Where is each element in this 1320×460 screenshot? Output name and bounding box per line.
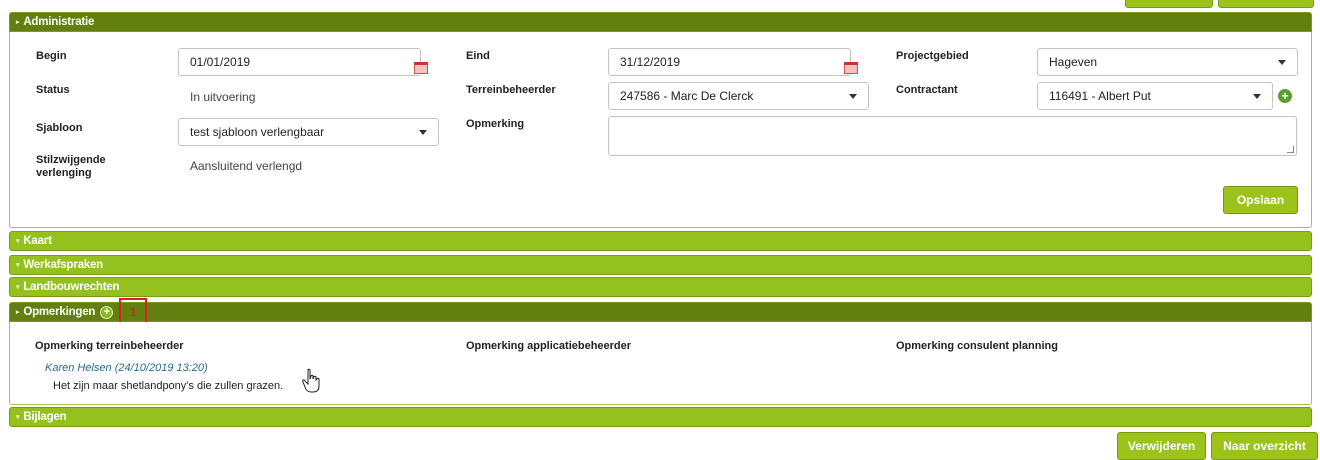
contractant-label: Contractant — [896, 84, 958, 96]
werkafspraken-title: Werkafspraken — [23, 259, 103, 271]
stilzwijgende-label-line1: Stilzwijgende — [36, 154, 106, 166]
terreinbeheerder-label: Terreinbeheerder — [466, 84, 556, 96]
projectgebied-selected: Hageven — [1049, 55, 1098, 69]
administratie-body: Begin 01/01/2019 Status In uitvoering Sj… — [9, 32, 1312, 228]
col-title-consulent: Opmerking consulent planning — [896, 340, 1058, 352]
landbouwrechten-header[interactable]: ▾ Landbouwrechten — [9, 277, 1312, 297]
opmerkingen-title: Opmerkingen — [23, 306, 96, 318]
stilzwijgende-label: Stilzwijgende verlenging — [36, 154, 106, 180]
resize-handle-icon[interactable] — [1287, 146, 1294, 153]
calendar-icon[interactable] — [844, 62, 858, 74]
chevron-down-icon — [849, 93, 857, 99]
projectgebied-select[interactable]: Hageven — [1037, 48, 1298, 76]
chevron-down-icon — [419, 129, 427, 135]
add-contractant-icon[interactable]: + — [1278, 89, 1292, 103]
add-opmerking-icon[interactable]: + — [100, 305, 114, 319]
status-label: Status — [36, 84, 70, 96]
opmerkingen-panel: ▸ Opmerkingen + 1 Opmerking terreinbehee… — [9, 298, 1312, 405]
landbouwrechten-panel: ▾ Landbouwrechten — [9, 277, 1312, 297]
status-value: In uitvoering — [190, 90, 256, 104]
contractant-selected: 116491 - Albert Put — [1049, 89, 1151, 103]
opmerking-label: Opmerking — [466, 118, 525, 130]
expand-arrow-icon: ▾ — [16, 284, 20, 291]
werkafspraken-header[interactable]: ▾ Werkafspraken — [9, 255, 1312, 275]
kaart-panel: ▾ Kaart — [9, 231, 1312, 251]
opmerkingen-header[interactable]: ▸ Opmerkingen + 1 — [9, 298, 1312, 326]
stilzwijgende-value: Aansluitend verlengd — [190, 159, 303, 173]
overview-button[interactable]: Naar overzicht — [1211, 432, 1318, 460]
opmerkingen-body: Opmerking terreinbeheerder Opmerking app… — [9, 322, 1312, 405]
top-button-left[interactable] — [1125, 0, 1213, 8]
expand-arrow-icon: ▾ — [16, 238, 20, 245]
administratie-title: Administratie — [23, 16, 95, 28]
opmerking-textarea[interactable] — [608, 116, 1297, 156]
collapse-arrow-icon: ▸ — [16, 309, 20, 316]
eind-date-input[interactable]: 31/12/2019 — [608, 48, 851, 76]
begin-label: Begin — [36, 50, 67, 62]
chevron-down-icon — [1278, 59, 1286, 65]
col-title-applicatiebeheerder: Opmerking applicatiebeheerder — [466, 340, 632, 352]
projectgebied-label: Projectgebied — [896, 50, 969, 62]
begin-date-input[interactable]: 01/01/2019 — [178, 48, 421, 76]
bijlagen-title: Bijlagen — [23, 411, 67, 423]
sjabloon-select[interactable]: test sjabloon verlengbaar — [178, 118, 439, 146]
landbouwrechten-title: Landbouwrechten — [23, 281, 120, 293]
collapse-arrow-icon: ▸ — [16, 19, 20, 26]
delete-button[interactable]: Verwijderen — [1117, 432, 1206, 460]
calendar-icon[interactable] — [414, 62, 428, 74]
sjabloon-label: Sjabloon — [36, 122, 83, 134]
col-title-terreinbeheerder: Opmerking terreinbeheerder — [35, 340, 184, 352]
terreinbeheerder-selected: 247586 - Marc De Clerck — [620, 89, 754, 103]
comment-author: Karen Helsen (24/10/2019 13:20) — [45, 362, 208, 374]
chevron-down-icon — [1253, 93, 1261, 99]
save-button[interactable]: Opslaan — [1223, 186, 1298, 214]
bijlagen-header[interactable]: ▾ Bijlagen — [9, 407, 1312, 427]
administratie-header[interactable]: ▸ Administratie — [9, 12, 1312, 32]
bijlagen-panel: ▾ Bijlagen — [9, 407, 1312, 427]
expand-arrow-icon: ▾ — [16, 262, 20, 269]
stilzwijgende-label-line2: verlenging — [36, 167, 92, 179]
contractant-select[interactable]: 116491 - Albert Put — [1037, 82, 1273, 110]
terreinbeheerder-select[interactable]: 247586 - Marc De Clerck — [608, 82, 869, 110]
expand-arrow-icon: ▾ — [16, 414, 20, 421]
werkafspraken-panel: ▾ Werkafspraken — [9, 255, 1312, 275]
hand-cursor-icon — [302, 368, 320, 393]
comment-text: Het zijn maar shetlandpony's die zullen … — [53, 380, 284, 392]
sjabloon-selected: test sjabloon verlengbaar — [190, 125, 325, 139]
kaart-title: Kaart — [23, 235, 52, 247]
kaart-header[interactable]: ▾ Kaart — [9, 231, 1312, 251]
eind-label: Eind — [466, 50, 490, 62]
administratie-panel: ▸ Administratie Begin 01/01/2019 Status … — [9, 12, 1312, 228]
top-button-right[interactable] — [1218, 0, 1314, 8]
